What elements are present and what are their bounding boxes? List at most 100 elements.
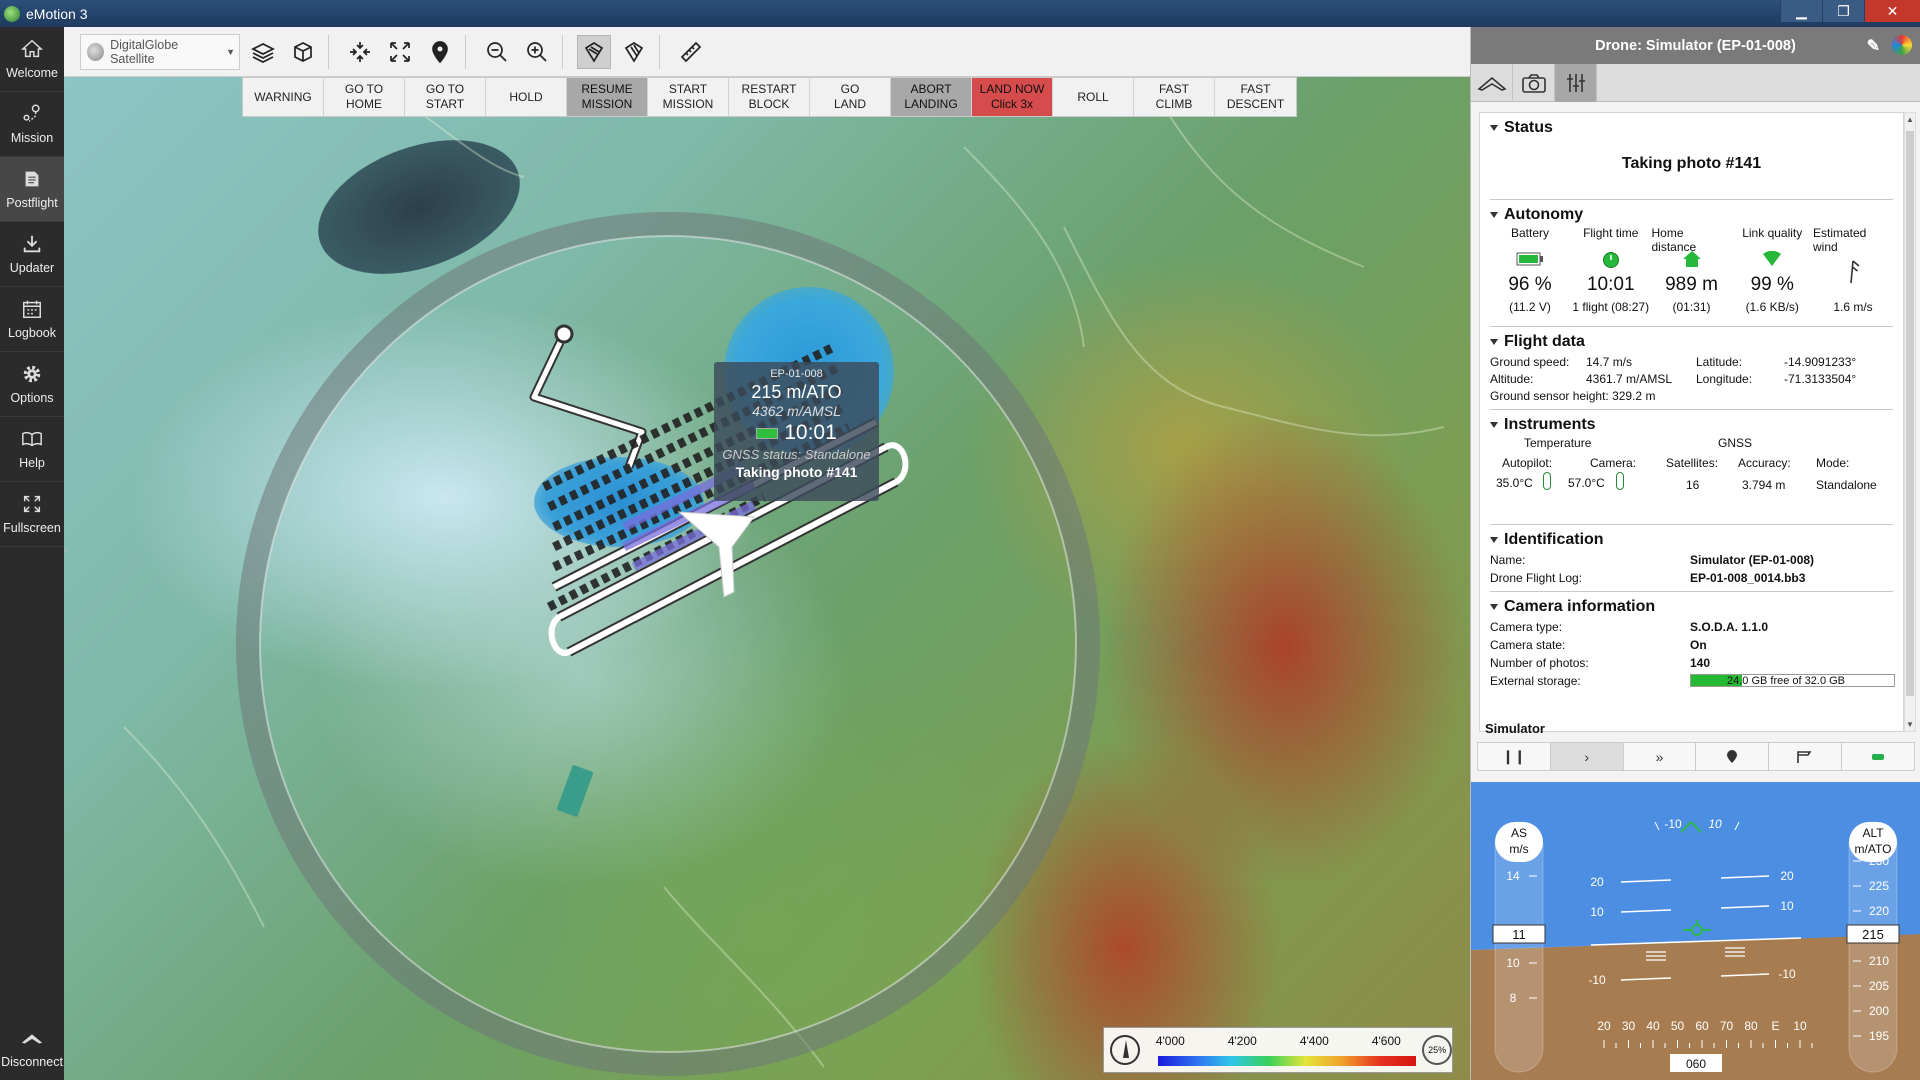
section-heading[interactable]: Flight data <box>1490 327 1893 351</box>
fit-view-button[interactable] <box>383 35 417 69</box>
section-heading[interactable]: Autonomy <box>1490 200 1893 224</box>
command-button-abort-landing[interactable]: ABORT LANDING <box>891 78 972 116</box>
altitude-tick: 205 <box>1869 979 1889 993</box>
status-section: Status Taking photo #141 <box>1490 113 1893 200</box>
sidebar-item-help[interactable]: Help <box>0 417 64 482</box>
sim-pause-button[interactable]: ❙❙ <box>1478 743 1551 770</box>
layers-button[interactable] <box>246 35 280 69</box>
geofence-circle <box>236 212 1100 1076</box>
sim-battery-button[interactable] <box>1842 743 1914 770</box>
flight-time-stat: Flight time 10:01 1 flight (08:27) <box>1571 226 1651 318</box>
sidebar-item-welcome[interactable]: Welcome <box>0 27 64 92</box>
satellites-label: Satellites: <box>1666 456 1719 470</box>
sidebar-item-mission[interactable]: Mission <box>0 92 64 157</box>
panel-scrollbar[interactable]: ▲ ▼ <box>1904 112 1916 732</box>
sim-location-button[interactable] <box>1696 743 1770 770</box>
chevron-down-icon: ▼ <box>226 46 235 57</box>
command-button-warning[interactable]: WARNING <box>243 78 324 116</box>
map-overlay <box>123 86 1445 1076</box>
map-source-select[interactable]: DigitalGlobe Satellite ▼ <box>80 33 240 70</box>
compass-icon[interactable] <box>1110 1035 1140 1065</box>
map-view[interactable]: EP-01-008 215 m/ATO 4362 m/AMSL 10:01 GN… <box>64 27 1470 1080</box>
stat-value: 989 m <box>1665 274 1718 295</box>
legend-tick: 4'200 <box>1227 1034 1257 1048</box>
command-button-restart-block[interactable]: RESTART BLOCK <box>729 78 810 116</box>
scroll-up-icon[interactable]: ▲ <box>1906 115 1914 124</box>
scrollbar-thumb[interactable] <box>1906 131 1914 696</box>
minimize-button[interactable]: ▁ <box>1780 0 1822 22</box>
command-button-roll[interactable]: ROLL <box>1053 78 1134 116</box>
mission-icon <box>23 104 40 122</box>
tab-settings[interactable] <box>1555 64 1597 102</box>
app-logo-icon <box>4 5 20 22</box>
color-palette-icon[interactable] <box>1892 35 1912 55</box>
sidebar-item-postflight[interactable]: Postflight <box>0 157 64 222</box>
sim-wind-button[interactable] <box>1769 743 1843 770</box>
camera-section: Camera information Camera type: S.O.D.A.… <box>1490 592 1895 694</box>
pitch-label-left: 20 <box>1590 875 1604 889</box>
close-button[interactable]: ✕ <box>1864 0 1920 22</box>
command-button-go-to-home[interactable]: GO TO HOME <box>324 78 405 116</box>
mode-label: Mode: <box>1816 456 1850 470</box>
measure-button[interactable] <box>674 35 708 69</box>
center-drone-button[interactable] <box>343 35 377 69</box>
panel-content[interactable]: Status Taking photo #141 Autonomy Batter… <box>1479 112 1904 732</box>
sidebar-item-label: Fullscreen <box>3 521 61 535</box>
3d-view-button[interactable] <box>286 35 320 69</box>
command-button-go-land[interactable]: GO LAND <box>810 78 891 116</box>
book-icon <box>22 431 42 447</box>
legend-tick: 4'600 <box>1371 1034 1401 1048</box>
stat-value: 96 % <box>1508 274 1552 295</box>
windsock-icon <box>1797 750 1812 763</box>
identification-section: Identification Name: Simulator (EP-01-00… <box>1490 525 1893 592</box>
drone-wing-icon <box>21 1033 43 1043</box>
section-heading[interactable]: Instruments <box>1490 410 1893 434</box>
stopwatch-icon <box>1602 250 1619 268</box>
flight-plan-mode-button[interactable] <box>577 34 611 69</box>
tab-camera[interactable] <box>1513 64 1555 102</box>
command-button-start-mission[interactable]: START MISSION <box>648 78 729 116</box>
command-button-resume-mission[interactable]: RESUME MISSION <box>567 78 648 116</box>
airspeed-tick: 14 <box>1506 869 1520 883</box>
toolbar-divider <box>659 34 660 69</box>
zoom-level-indicator[interactable]: 25% <box>1422 1035 1453 1065</box>
section-heading[interactable]: Camera information <box>1490 592 1893 616</box>
sidebar-item-options[interactable]: Options <box>0 352 64 417</box>
section-heading[interactable]: Identification <box>1490 525 1893 549</box>
disconnect-button[interactable]: Disconnect <box>0 1015 64 1080</box>
locate-button[interactable] <box>423 35 457 69</box>
maximize-button[interactable]: ❐ <box>1822 0 1864 22</box>
sim-play-button[interactable]: › <box>1550 743 1624 770</box>
scroll-down-icon[interactable]: ▼ <box>1906 720 1914 729</box>
accuracy-label: Accuracy: <box>1738 456 1791 470</box>
command-button-go-to-start[interactable]: GO TO START <box>405 78 486 116</box>
wind-stat: Estimated wind 1.6 m/s <box>1813 226 1893 318</box>
zoom-in-button[interactable] <box>520 35 554 69</box>
camera-type-label: Camera type: <box>1490 620 1563 634</box>
gear-icon <box>23 365 41 383</box>
photos-label: Number of photos: <box>1490 656 1589 670</box>
sidebar-item-fullscreen[interactable]: Fullscreen <box>0 482 64 547</box>
sidebar-collapse-toggle[interactable]: › <box>64 545 74 565</box>
primary-flight-display: 20 20 10 10 -10 -10 -10 10 AS m/s 14 10 8 11 ALT… <box>1471 782 1920 1080</box>
instruments-section: Instruments Temperature GNSS Autopilot: … <box>1490 410 1893 525</box>
sim-fast-forward-button[interactable]: » <box>1624 743 1697 770</box>
autonomy-section: Autonomy Battery 96 % (11.2 V) Flight ti… <box>1490 200 1893 327</box>
sidebar-item-logbook[interactable]: Logbook <box>0 287 64 352</box>
stat-sub: (1.6 KB/s) <box>1745 300 1799 314</box>
command-button-hold[interactable]: HOLD <box>486 78 567 116</box>
command-button-land-now-click-3x[interactable]: LAND NOW Click 3x <box>972 78 1053 116</box>
camera-icon <box>1521 74 1546 93</box>
sidebar-item-updater[interactable]: Updater <box>0 222 64 287</box>
tab-flight[interactable] <box>1471 64 1513 102</box>
edit-pencil-icon[interactable]: ✎ <box>1867 36 1880 56</box>
command-button-fast-climb[interactable]: FAST CLIMB <box>1134 78 1215 116</box>
satellites-value: 16 <box>1686 478 1700 492</box>
zoom-out-button[interactable] <box>480 35 514 69</box>
command-button-fast-descent[interactable]: FAST DESCENT <box>1215 78 1296 116</box>
section-heading[interactable]: Status <box>1490 113 1893 137</box>
draw-area-button[interactable] <box>617 35 651 69</box>
stat-label: Estimated wind <box>1813 226 1867 254</box>
heading-tick-label: 60 <box>1695 1019 1709 1033</box>
pitch-label-right: 20 <box>1780 869 1794 883</box>
